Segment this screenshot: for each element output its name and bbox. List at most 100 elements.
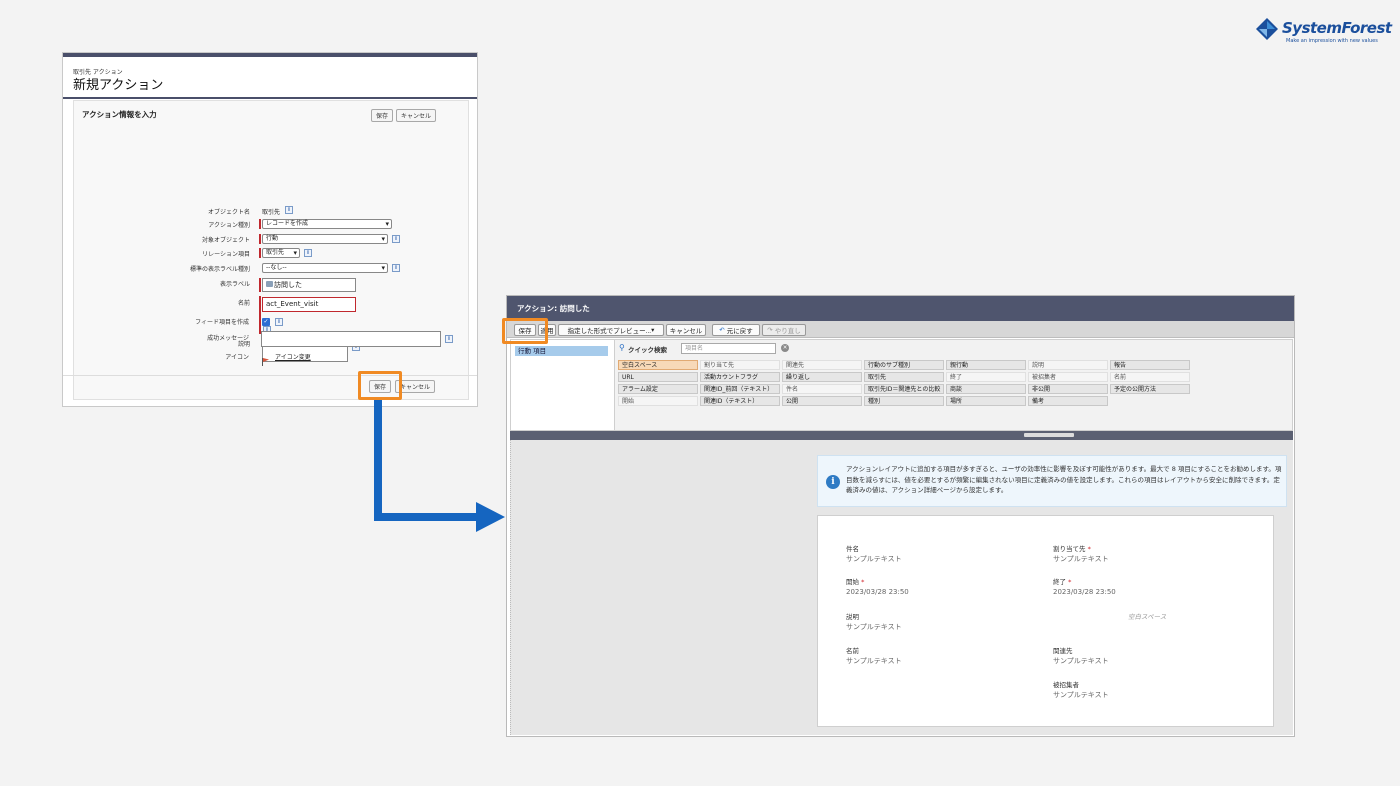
palette-field[interactable]: 種別 xyxy=(864,396,944,406)
action-layout-card: 件名 サンプルテキスト 割り当て先 * サンプルテキスト 開始 * 2023/0… xyxy=(817,515,1274,727)
change-icon-link[interactable]: アイコン変更 xyxy=(275,352,311,361)
palette-field[interactable]: 備考 xyxy=(1028,396,1108,406)
top-cancel-button[interactable]: キャンセル xyxy=(396,109,436,122)
palette-splitter[interactable] xyxy=(510,431,1293,440)
display-label-input[interactable]: 訪問した xyxy=(262,278,356,292)
field-assigned-label[interactable]: 割り当て先 * xyxy=(1053,543,1091,553)
redo-button[interactable]: ↷ やり直し xyxy=(762,324,806,336)
field-description-label[interactable]: 説明 xyxy=(846,611,859,621)
category-event-fields[interactable]: 行動 項目 xyxy=(515,346,608,356)
palette-field[interactable]: 公開 xyxy=(782,396,862,406)
target-object-label: 対象オブジェクト xyxy=(201,237,250,244)
field-end-value: 2023/03/28 23:50 xyxy=(1053,588,1116,596)
header-divider xyxy=(63,97,477,99)
palette-field[interactable]: 報告 xyxy=(1110,360,1190,370)
palette-field[interactable]: 空白スペース xyxy=(618,360,698,370)
target-object-select[interactable]: 行動 xyxy=(262,234,388,244)
quick-search-label: クイック検索 xyxy=(628,346,667,354)
required-mark: * xyxy=(861,578,865,586)
editor-title: アクション: 訪問した xyxy=(507,296,1294,321)
chat-icon xyxy=(266,281,273,287)
standard-label-type-select[interactable]: --なし-- xyxy=(262,263,388,273)
clear-search-icon[interactable]: ✕ xyxy=(781,344,789,352)
palette-field[interactable]: 取引先 xyxy=(864,372,944,382)
relation-field-select[interactable]: 取引先 xyxy=(262,248,300,258)
palette-field[interactable]: 名前 xyxy=(1110,372,1190,382)
flag-icon xyxy=(261,351,270,366)
logo-name: SystemForest xyxy=(1282,19,1392,37)
palette-field[interactable]: 商談 xyxy=(946,384,1026,394)
feed-item-info-icon[interactable]: i xyxy=(275,318,283,326)
palette-field[interactable]: URL xyxy=(618,372,698,382)
logo-tagline: Make an impression with new values xyxy=(1286,38,1378,44)
field-description-value: サンプルテキスト xyxy=(846,623,902,631)
object-name-info-icon[interactable]: i xyxy=(285,206,293,214)
systemforest-logo: SystemForest Make an impression with new… xyxy=(1256,16,1392,46)
field-related-value: サンプルテキスト xyxy=(1053,657,1109,665)
palette-field[interactable]: 終了 xyxy=(946,372,1026,382)
redo-label: やり直し xyxy=(774,328,801,335)
standard-label-type-info-icon[interactable]: i xyxy=(392,264,400,272)
palette-field[interactable]: 行動のサブ種別 xyxy=(864,360,944,370)
required-mark: * xyxy=(1087,545,1091,553)
palette-field[interactable]: 場所 xyxy=(946,396,1026,406)
palette-field[interactable]: アラーム設定 xyxy=(618,384,698,394)
window-top-bar xyxy=(63,53,477,57)
field-subject-value: サンプルテキスト xyxy=(846,555,902,563)
save-button-highlight xyxy=(358,371,402,400)
preview-as-dropdown[interactable]: 指定した形式でプレビュー... ▾ xyxy=(558,324,664,336)
palette-field[interactable]: 非公開 xyxy=(1028,384,1108,394)
required-indicator xyxy=(259,248,261,258)
palette-field[interactable]: 割り当て先 xyxy=(700,360,780,370)
palette-field[interactable]: 予定の公開方法 xyxy=(1110,384,1190,394)
field-palette: 行動 項目 ⚲ クイック検索 項目名 ✕ 空白スペース 割り当て先 関連先 行動のサブ… xyxy=(510,339,1293,431)
target-object-info-icon[interactable]: i xyxy=(392,235,400,243)
palette-field[interactable]: 説明 xyxy=(1028,360,1108,370)
field-invitees-label[interactable]: 被招集者 xyxy=(1053,679,1079,689)
palette-field[interactable]: 関連先 xyxy=(782,360,862,370)
blank-space[interactable]: 空白スペース xyxy=(1128,611,1166,621)
object-name-value: 取引先 xyxy=(262,209,281,216)
top-save-button[interactable]: 保存 xyxy=(371,109,393,122)
palette-field[interactable]: 関連ID_前回（テキスト） xyxy=(700,384,780,394)
required-indicator xyxy=(259,296,261,334)
field-end-label[interactable]: 終了 * xyxy=(1053,576,1071,586)
palette-field[interactable]: 被招集者 xyxy=(1028,372,1108,382)
palette-field[interactable]: 開始 xyxy=(618,396,698,406)
feed-item-checkbox[interactable]: ✓ xyxy=(262,318,270,326)
palette-field[interactable]: 件名 xyxy=(782,384,862,394)
palette-field[interactable]: 関連ID（テキスト） xyxy=(700,396,780,406)
undo-label: 元に戻す xyxy=(726,328,753,335)
success-message-label: 成功メッセージ xyxy=(207,335,249,342)
field-start-text: 開始 xyxy=(846,578,859,586)
name-label: 名前 xyxy=(237,300,250,307)
name-input[interactable]: act_Event_visit xyxy=(262,297,356,312)
field-assigned-value: サンプルテキスト xyxy=(1053,555,1109,563)
palette-field[interactable]: 活動カウントフラグ xyxy=(700,372,780,382)
layout-cancel-button[interactable]: キャンセル xyxy=(666,324,706,336)
page-title: 新規アクション xyxy=(73,78,164,93)
splitter-handle[interactable] xyxy=(1024,433,1074,437)
relation-field-info-icon[interactable]: i xyxy=(304,249,312,257)
undo-button[interactable]: ↶ 元に戻す xyxy=(712,324,760,336)
field-related-label[interactable]: 関連先 xyxy=(1053,645,1073,655)
field-name-label[interactable]: 名前 xyxy=(846,645,859,655)
object-name-label: オブジェクト名 xyxy=(207,209,250,216)
quick-search-input[interactable]: 項目名 xyxy=(681,343,776,354)
field-subject-label[interactable]: 件名 xyxy=(846,543,859,553)
field-start-value: 2023/03/28 23:50 xyxy=(846,588,909,596)
palette-categories: 行動 項目 xyxy=(511,340,615,430)
action-type-select[interactable]: レコードを作成 xyxy=(262,219,392,229)
palette-field[interactable]: 取引先ID＝関連先との比較 xyxy=(864,384,944,394)
palette-field[interactable]: 親行動 xyxy=(946,360,1026,370)
field-start-label[interactable]: 開始 * xyxy=(846,576,864,586)
redo-icon: ↷ xyxy=(767,327,773,334)
success-message-input[interactable] xyxy=(261,331,441,347)
palette-field[interactable]: 繰り返し xyxy=(782,372,862,382)
feed-item-label: フィード項目を作成 xyxy=(195,319,249,326)
success-message-info-icon[interactable]: i xyxy=(445,335,453,343)
required-indicator xyxy=(259,278,261,292)
info-icon: i xyxy=(826,475,840,489)
required-indicator xyxy=(259,219,261,229)
preview-label: 指定した形式でプレビュー... xyxy=(567,328,652,335)
